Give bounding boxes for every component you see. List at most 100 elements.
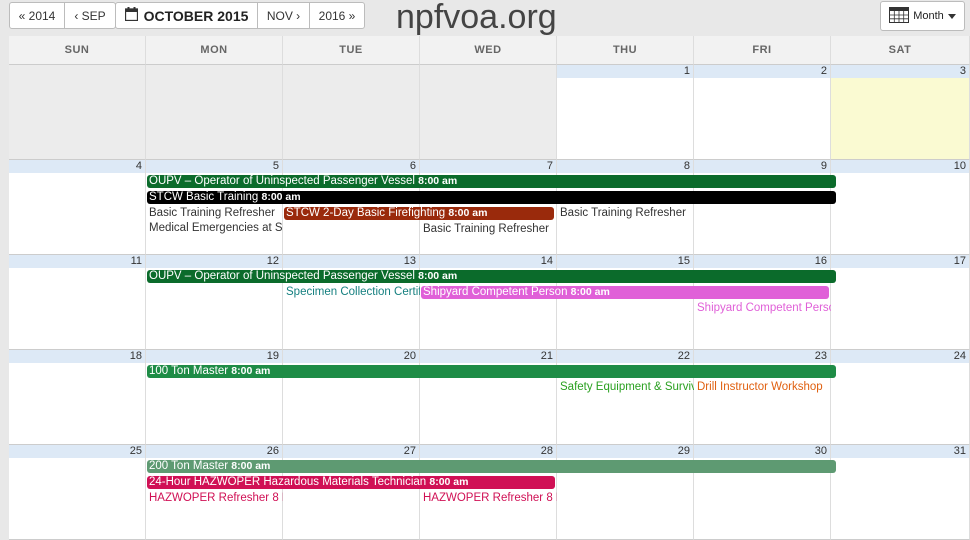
event-hazwoper-technician[interactable]: 24-Hour HAZWOPER Hazardous Materials Tec… xyxy=(147,476,555,489)
event-title: 24-Hour HAZWOPER Hazardous Materials Tec… xyxy=(149,476,427,488)
event-basic-refresher[interactable]: Basic Training Refresher xyxy=(558,206,694,220)
day-number: 4 xyxy=(9,160,145,173)
event-time: 8:00 am xyxy=(231,365,271,377)
day-cell[interactable] xyxy=(420,65,557,160)
day-cell[interactable]: 18 xyxy=(9,350,146,445)
next-month-label: NOV › xyxy=(266,8,301,23)
day-number: 15 xyxy=(557,255,693,268)
day-number: 31 xyxy=(831,445,969,458)
event-time: 8:00 am xyxy=(448,207,488,219)
day-number: 21 xyxy=(420,350,556,363)
prev-year-button[interactable]: « 2014 xyxy=(9,2,65,29)
weekday-header: MON xyxy=(146,36,283,65)
event-medical-emergencies[interactable]: Medical Emergencies at Sea xyxy=(147,221,283,235)
next-year-label: 2016 » xyxy=(318,8,356,23)
event-hazwoper-refresher[interactable]: HAZWOPER Refresher 8 Hour xyxy=(147,491,283,505)
day-number: 17 xyxy=(831,255,969,268)
event-safety-equipment[interactable]: Safety Equipment & Survival xyxy=(558,380,694,394)
event-firefighting[interactable]: STCW 2-Day Basic Firefighting 8:00 am xyxy=(284,207,554,220)
day-number: 20 xyxy=(283,350,419,363)
event-shipyard[interactable]: Shipyard Competent Person xyxy=(695,301,831,315)
day-cell[interactable]: 31 xyxy=(831,445,970,540)
day-cell[interactable]: 1 xyxy=(557,65,694,160)
prev-year-label: « 2014 xyxy=(18,8,56,23)
event-oupv[interactable]: OUPV – Operator of Uninspected Passenger… xyxy=(147,175,836,188)
day-cell[interactable]: 10 xyxy=(831,160,970,255)
weekday-header: SAT xyxy=(831,36,970,65)
day-number xyxy=(283,65,419,78)
day-number: 26 xyxy=(146,445,282,458)
day-number: 10 xyxy=(831,160,969,173)
prev-month-label: ‹ SEP xyxy=(74,8,106,23)
event-specimen-collection[interactable]: Specimen Collection Certification xyxy=(284,285,420,299)
day-number xyxy=(420,65,556,78)
day-number: 5 xyxy=(146,160,282,173)
event-time: 8:00 am xyxy=(261,191,301,203)
calendar-icon xyxy=(124,7,138,24)
caret-down-icon xyxy=(947,10,956,22)
day-number: 13 xyxy=(283,255,419,268)
event-title: OUPV – Operator of Uninspected Passenger… xyxy=(149,270,415,282)
day-number: 3 xyxy=(831,65,969,78)
event-shipyard[interactable]: Shipyard Competent Person 8:00 am xyxy=(421,286,829,299)
day-cell[interactable]: 2 xyxy=(694,65,831,160)
day-number xyxy=(146,65,282,78)
day-number: 22 xyxy=(557,350,693,363)
weekday-header: SUN xyxy=(9,36,146,65)
weekday-header: THU xyxy=(557,36,694,65)
watermark-text: npfvoa.org xyxy=(396,0,557,36)
event-title: 100 Ton Master xyxy=(149,365,229,377)
day-number: 7 xyxy=(420,160,556,173)
event-time: 8:00 am xyxy=(570,286,610,298)
day-number: 12 xyxy=(146,255,282,268)
day-cell[interactable]: 4 xyxy=(9,160,146,255)
day-cell-today[interactable]: 3 xyxy=(831,65,970,160)
view-select-button[interactable]: Month xyxy=(880,1,965,31)
day-cell[interactable] xyxy=(283,65,420,160)
weekday-header: TUE xyxy=(283,36,420,65)
day-number xyxy=(9,65,145,78)
day-cell[interactable] xyxy=(146,65,283,160)
event-hazwoper-refresher[interactable]: HAZWOPER Refresher 8 Hour xyxy=(421,491,557,505)
day-number: 8 xyxy=(557,160,693,173)
day-cell[interactable]: 17 xyxy=(831,255,970,350)
event-title: 200 Ton Master xyxy=(149,460,229,472)
current-month-button[interactable]: OCTOBER 2015 xyxy=(115,2,258,29)
day-number: 19 xyxy=(146,350,282,363)
event-stcw-basic[interactable]: STCW Basic Training 8:00 am xyxy=(147,191,836,204)
day-number: 14 xyxy=(420,255,556,268)
day-number: 2 xyxy=(694,65,830,78)
weekday-header: WED xyxy=(420,36,557,65)
day-number: 1 xyxy=(557,65,693,78)
event-title: STCW Basic Training xyxy=(149,191,259,203)
event-basic-refresher[interactable]: Basic Training Refresher xyxy=(147,206,283,220)
current-month-label: OCTOBER 2015 xyxy=(143,7,249,24)
day-cell[interactable]: 25 xyxy=(9,445,146,540)
day-number: 27 xyxy=(283,445,419,458)
calendar-toolbar: « 2014 ‹ SEP OCTOBER 2015 NOV › 2016 » n… xyxy=(0,0,970,36)
event-time: 8:00 am xyxy=(429,476,469,488)
event-time: 8:00 am xyxy=(418,270,458,282)
view-select-label: Month xyxy=(913,10,944,22)
event-oupv[interactable]: OUPV – Operator of Uninspected Passenger… xyxy=(147,270,836,283)
day-number: 6 xyxy=(283,160,419,173)
weekday-header: FRI xyxy=(694,36,831,65)
next-month-button[interactable]: NOV › xyxy=(257,2,310,29)
day-number: 28 xyxy=(420,445,556,458)
day-number: 24 xyxy=(831,350,969,363)
day-number: 30 xyxy=(694,445,830,458)
event-title: OUPV – Operator of Uninspected Passenger… xyxy=(149,175,415,187)
event-200-ton-master[interactable]: 200 Ton Master 8:00 am xyxy=(147,460,836,473)
day-cell[interactable]: 11 xyxy=(9,255,146,350)
day-cell[interactable]: 24 xyxy=(831,350,970,445)
prev-month-button[interactable]: ‹ SEP xyxy=(64,2,116,29)
event-title: Shipyard Competent Person xyxy=(423,286,568,298)
event-time: 8:00 am xyxy=(231,460,271,472)
event-drill-instructor[interactable]: Drill Instructor Workshop xyxy=(695,380,831,394)
day-number: 16 xyxy=(694,255,830,268)
event-basic-refresher[interactable]: Basic Training Refresher xyxy=(421,222,557,236)
event-100-ton-master[interactable]: 100 Ton Master 8:00 am xyxy=(147,365,836,378)
next-year-button[interactable]: 2016 » xyxy=(309,2,365,29)
day-cell[interactable] xyxy=(9,65,146,160)
day-number: 11 xyxy=(9,255,145,268)
